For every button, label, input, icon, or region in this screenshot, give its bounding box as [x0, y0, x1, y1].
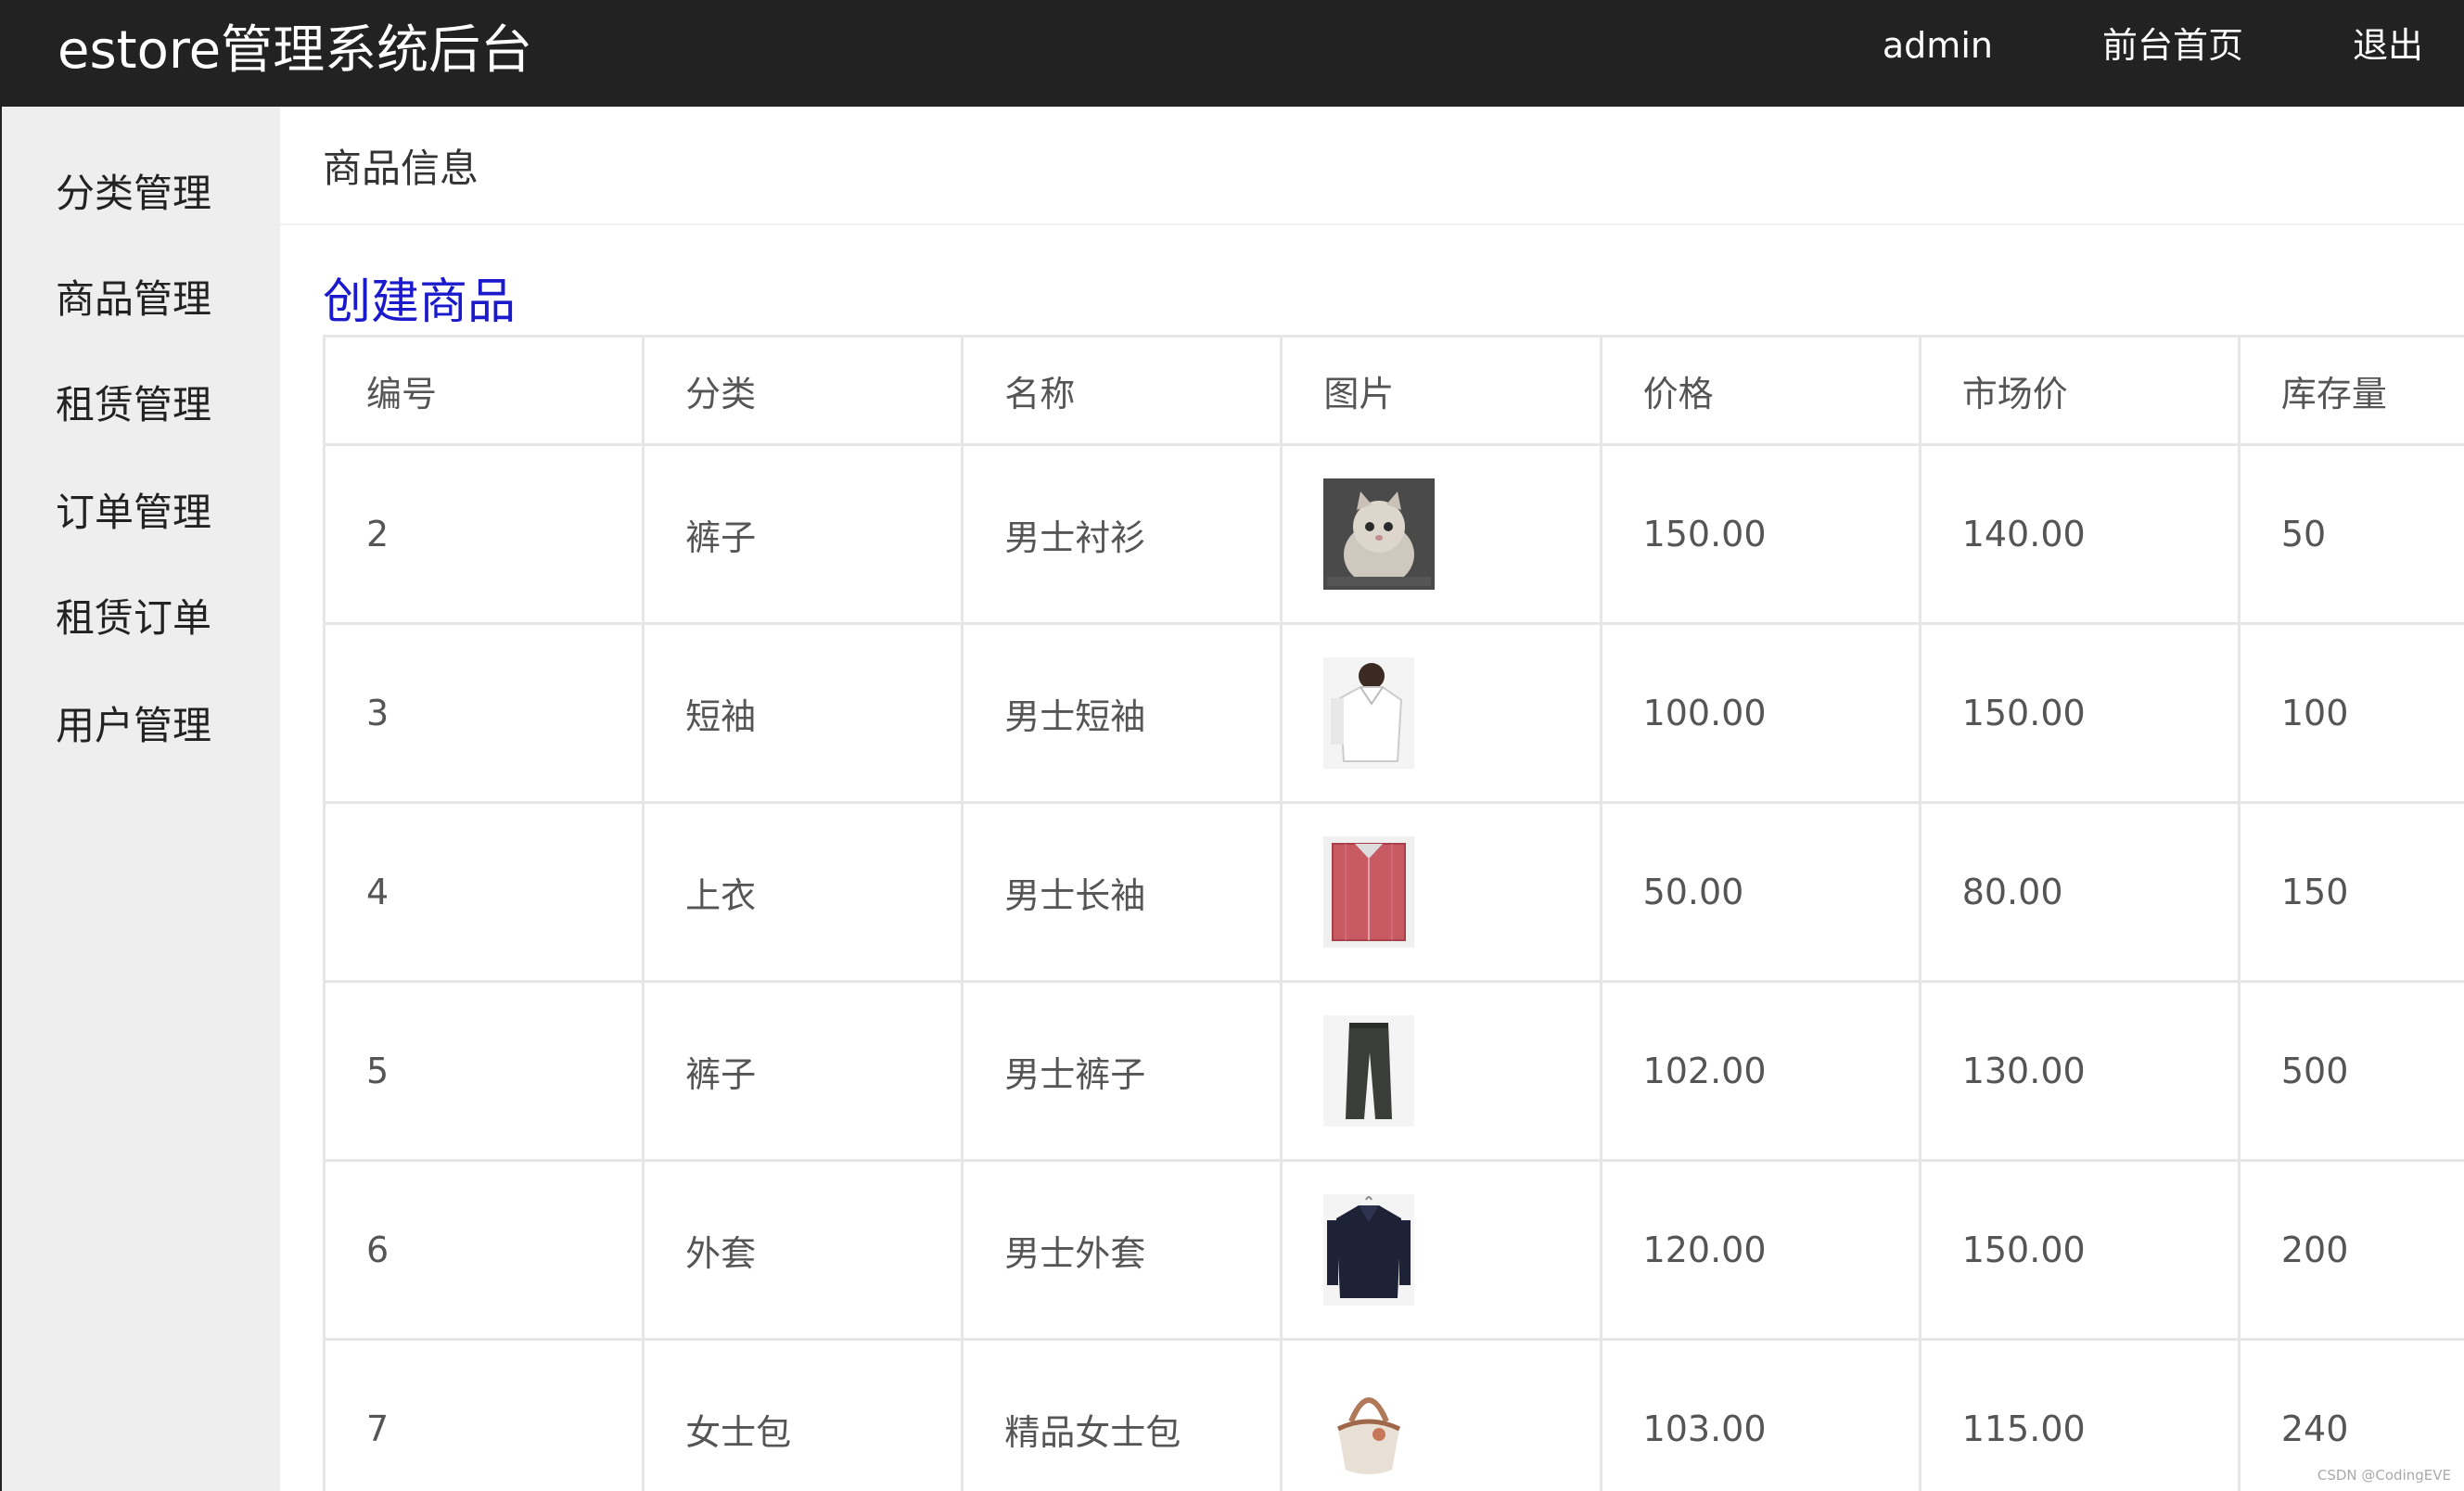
cell-stock: 200 — [2237, 1159, 2464, 1341]
column-header-category: 分类 — [642, 335, 964, 446]
dark-pants-photo-thumbnail — [1323, 1015, 1415, 1127]
cell-image — [1280, 443, 1602, 625]
cell-id: 5 — [322, 980, 645, 1162]
page-title: 商品信息 — [323, 146, 479, 191]
cell-category: 上衣 — [642, 801, 964, 983]
top-navbar: estore管理系统后台 admin 前台首页 退出 — [0, 0, 2464, 107]
red-shirt-photo-thumbnail — [1323, 836, 1415, 948]
cell-id: 2 — [322, 443, 645, 625]
cell-stock: 100 — [2237, 622, 2464, 804]
cell-image — [1280, 1338, 1602, 1491]
table-row[interactable]: 2 裤子 男士衬衫 150.00 140.00 50 — [322, 443, 2464, 625]
cell-category: 短袖 — [642, 622, 964, 804]
page-heading: 商品信息 — [280, 107, 2464, 225]
cell-market-price: 130.00 — [1918, 980, 2241, 1162]
table-row[interactable]: 5 裤子 男士裤子 102.00 130.00 500 — [322, 980, 2464, 1162]
table-row[interactable]: 4 上衣 男士长袖 50.00 80.00 150 — [322, 801, 2464, 983]
watermark-text: CSDN @CodingEVE — [2317, 1467, 2451, 1484]
product-table: 编号 分类 名称 图片 价格 市场价 库存量 2 裤子 男士衬衫 150.00 … — [322, 335, 2464, 1491]
cell-name: 男士衬衫 — [961, 443, 1283, 625]
cell-name: 男士外套 — [961, 1159, 1283, 1341]
cell-image — [1280, 1159, 1602, 1341]
cell-name: 男士长袖 — [961, 801, 1283, 983]
cell-id: 3 — [322, 622, 645, 804]
top-nav-links: admin 前台首页 退出 — [1773, 0, 2423, 93]
sidebar-item-products[interactable]: 商品管理 — [56, 268, 211, 325]
cell-image — [1280, 622, 1602, 804]
brand-title[interactable]: estore管理系统后台 — [57, 0, 532, 107]
cell-category: 裤子 — [642, 443, 964, 625]
cell-image — [1280, 980, 1602, 1162]
cell-stock: 500 — [2237, 980, 2464, 1162]
cell-category: 裤子 — [642, 980, 964, 1162]
cell-price: 100.00 — [1599, 622, 1921, 804]
cell-name: 精品女士包 — [961, 1338, 1283, 1491]
column-header-image: 图片 — [1280, 335, 1602, 446]
sidebar-item-rental[interactable]: 租赁管理 — [56, 374, 211, 430]
cell-category: 外套 — [642, 1159, 964, 1341]
handbag-photo-thumbnail — [1323, 1373, 1415, 1485]
nav-home-link[interactable]: 前台首页 — [2102, 0, 2243, 93]
nav-admin-link[interactable]: admin — [1883, 0, 1993, 93]
sidebar: 分类管理 商品管理 租赁管理 订单管理 租赁订单 用户管理 — [0, 107, 280, 1491]
cell-market-price: 80.00 — [1918, 801, 2241, 983]
cell-market-price: 140.00 — [1918, 443, 2241, 625]
cell-name: 男士裤子 — [961, 980, 1283, 1162]
cell-price: 150.00 — [1599, 443, 1921, 625]
cell-stock: 50 — [2237, 443, 2464, 625]
table-row[interactable]: 7 女士包 精品女士包 103.00 115.00 240 — [322, 1338, 2464, 1491]
cell-id: 4 — [322, 801, 645, 983]
sidebar-item-rental-orders[interactable]: 租赁订单 — [56, 587, 211, 644]
kitten-photo-thumbnail — [1323, 478, 1436, 590]
cell-price: 102.00 — [1599, 980, 1921, 1162]
cell-price: 50.00 — [1599, 801, 1921, 983]
cell-price: 120.00 — [1599, 1159, 1921, 1341]
table-header-row: 编号 分类 名称 图片 价格 市场价 库存量 — [322, 335, 2464, 446]
cell-name: 男士短袖 — [961, 622, 1283, 804]
create-product-link[interactable]: 创建商品 — [323, 262, 516, 332]
table-row[interactable]: 6 外套 男士外套 120.00 150.00 200 — [322, 1159, 2464, 1341]
column-header-id: 编号 — [322, 335, 645, 446]
column-header-market-price: 市场价 — [1918, 335, 2241, 446]
column-header-price: 价格 — [1599, 335, 1921, 446]
sidebar-item-category[interactable]: 分类管理 — [56, 162, 211, 219]
main-content: 商品信息 创建商品 编号 分类 名称 图片 价格 市场价 库存量 2 裤子 男士… — [280, 107, 2464, 1491]
column-header-name: 名称 — [961, 335, 1283, 446]
cell-stock: 150 — [2237, 801, 2464, 983]
navy-jacket-photo-thumbnail — [1323, 1194, 1415, 1306]
cell-id: 7 — [322, 1338, 645, 1491]
cell-market-price: 115.00 — [1918, 1338, 2241, 1491]
table-row[interactable]: 3 短袖 男士短袖 100.00 150.00 100 — [322, 622, 2464, 804]
white-shirt-photo-thumbnail — [1323, 657, 1415, 769]
cell-market-price: 150.00 — [1918, 1159, 2241, 1341]
cell-id: 6 — [322, 1159, 645, 1341]
cell-market-price: 150.00 — [1918, 622, 2241, 804]
cell-category: 女士包 — [642, 1338, 964, 1491]
sidebar-item-orders[interactable]: 订单管理 — [56, 481, 211, 538]
sidebar-item-users[interactable]: 用户管理 — [56, 695, 211, 751]
cell-price: 103.00 — [1599, 1338, 1921, 1491]
nav-logout-link[interactable]: 退出 — [2353, 0, 2423, 93]
cell-image — [1280, 801, 1602, 983]
column-header-stock: 库存量 — [2237, 335, 2464, 446]
